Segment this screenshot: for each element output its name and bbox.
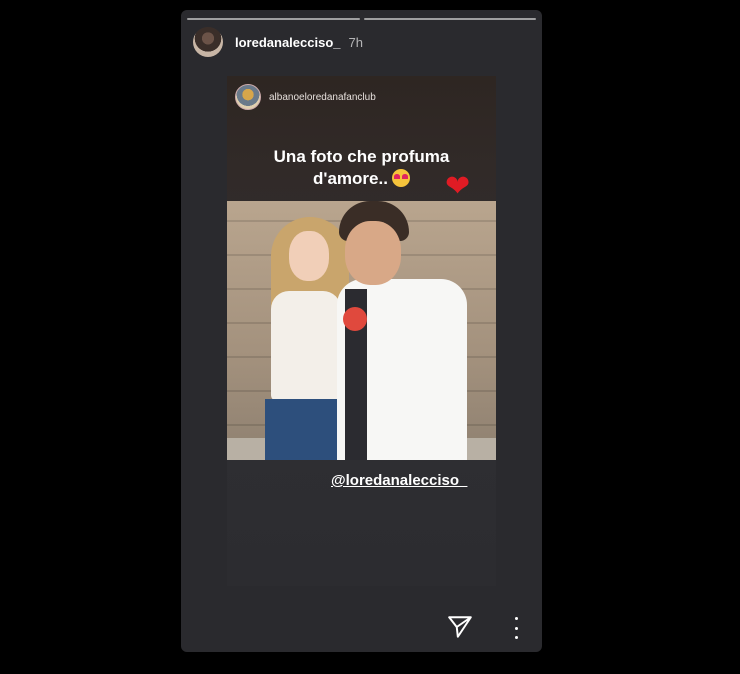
more-options-icon[interactable] <box>511 617 521 639</box>
send-icon[interactable] <box>447 614 473 640</box>
caption-line-1: Una foto che profuma <box>273 147 450 166</box>
shared-post-header[interactable]: albanoeloredanafanclub <box>235 84 376 110</box>
story-header: loredanalecciso_ 7h <box>193 27 363 57</box>
post-photo <box>227 201 496 460</box>
progress-segment <box>187 18 360 20</box>
mention-link[interactable]: @loredanalecciso_ <box>331 472 467 489</box>
heart-sticker-icon: ❤ <box>445 170 471 203</box>
story-timestamp: 7h <box>348 34 363 50</box>
shared-post-card[interactable]: albanoeloredanafanclub Una foto che prof… <box>227 76 496 586</box>
story-progress <box>187 18 536 20</box>
story-username[interactable]: loredanalecciso_ <box>235 35 341 50</box>
shared-post-username[interactable]: albanoeloredanafanclub <box>269 92 376 103</box>
story-viewer[interactable]: loredanalecciso_ 7h albanoeloredanafancl… <box>181 10 542 652</box>
caption-line-2: d'amore.. <box>313 169 388 188</box>
heart-eyes-emoji-icon <box>391 169 410 187</box>
shared-post-avatar[interactable] <box>235 84 261 110</box>
progress-segment <box>363 18 536 20</box>
avatar[interactable] <box>193 27 223 57</box>
